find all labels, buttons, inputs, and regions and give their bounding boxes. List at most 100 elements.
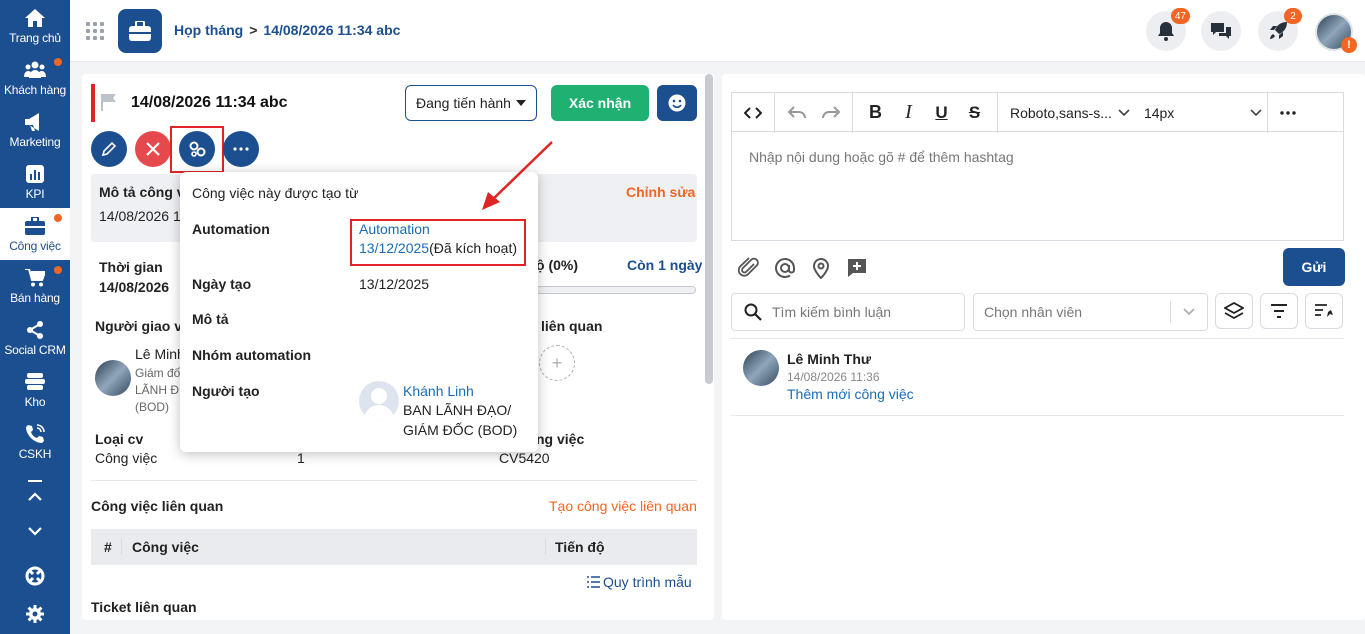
more-button[interactable] bbox=[223, 131, 259, 167]
sidebar-item-label: CSKH bbox=[18, 446, 52, 461]
comment-editor[interactable]: Nhập nội dung hoặc gõ # để thêm hashtag bbox=[731, 131, 1344, 241]
bold-icon[interactable]: B bbox=[859, 97, 892, 129]
chat-button[interactable] bbox=[1201, 11, 1241, 51]
status-select[interactable]: Đang tiến hành bbox=[405, 85, 537, 121]
creator-name-link[interactable]: Khánh Linh bbox=[403, 383, 474, 399]
user-avatar[interactable]: ! bbox=[1315, 13, 1357, 53]
font-family-select[interactable]: Roboto,sans-s... bbox=[1010, 105, 1112, 121]
apps-grid-icon[interactable] bbox=[86, 22, 104, 40]
edit-button[interactable] bbox=[91, 131, 127, 167]
comment-time: 14/08/2026 11:36 bbox=[787, 370, 880, 384]
confirm-button[interactable]: Xác nhận bbox=[551, 85, 649, 121]
sidebar-item-sales[interactable]: Bán hàng bbox=[0, 260, 70, 312]
rocket-badge: 2 bbox=[1284, 8, 1302, 24]
automation-group-label: Nhóm automation bbox=[192, 347, 311, 363]
breadcrumb-parent[interactable]: Họp tháng bbox=[174, 22, 243, 38]
create-related-task-link[interactable]: Tạo công việc liên quan bbox=[549, 498, 697, 514]
sidebar-item-social-crm[interactable]: Social CRM bbox=[0, 312, 70, 364]
more-options-icon[interactable] bbox=[1271, 97, 1305, 129]
staff-select[interactable]: Chọn nhân viên bbox=[973, 293, 1208, 331]
add-comment-icon[interactable] bbox=[846, 257, 868, 279]
related-tasks-table-header: # Công việc Tiến độ bbox=[91, 529, 697, 565]
font-size-select[interactable]: 14px bbox=[1144, 105, 1244, 121]
sidebar-item-tasks[interactable]: Công việc bbox=[0, 208, 70, 260]
tb-group-code bbox=[732, 92, 775, 133]
rocket-icon bbox=[1270, 22, 1287, 39]
mention-icon[interactable] bbox=[774, 257, 796, 279]
sidebar-item-marketing[interactable]: Marketing bbox=[0, 104, 70, 156]
col-index: # bbox=[104, 539, 112, 555]
italic-icon[interactable]: I bbox=[892, 97, 925, 129]
flag-icon bbox=[100, 93, 118, 114]
delete-button[interactable] bbox=[135, 131, 171, 167]
sidebar-item-home[interactable]: Trang chủ bbox=[0, 0, 70, 52]
description-label: Mô tả công v bbox=[99, 184, 185, 200]
redo-icon[interactable] bbox=[814, 97, 848, 129]
type-value: Công việc bbox=[95, 450, 158, 466]
sidebar-divider bbox=[0, 480, 70, 482]
description-value: 14/08/2026 1 bbox=[99, 208, 181, 224]
highlight-box bbox=[170, 126, 224, 173]
scrollbar[interactable] bbox=[705, 74, 713, 384]
created-date-label: Ngày tạo bbox=[192, 276, 252, 292]
comment-attachments bbox=[738, 257, 868, 279]
sidebar-item-cskh[interactable]: CSKH bbox=[0, 416, 70, 468]
sidebar-item-customers[interactable]: Khách hàng bbox=[0, 52, 70, 104]
popup-description-label: Mô tả bbox=[192, 311, 229, 327]
strikethrough-icon[interactable]: S bbox=[958, 97, 991, 129]
send-button[interactable]: Gửi bbox=[1283, 248, 1345, 286]
more-icon bbox=[233, 147, 249, 151]
sidebar-item-warehouse[interactable]: Kho bbox=[0, 364, 70, 416]
chevron-up-icon[interactable] bbox=[0, 492, 70, 502]
related-people-label: liên quan bbox=[541, 318, 603, 334]
sidebar-item-label: KPI bbox=[25, 186, 45, 201]
comment-author-avatar bbox=[743, 350, 779, 386]
automation-label: Automation bbox=[192, 221, 270, 237]
chevron-down-icon[interactable] bbox=[1118, 108, 1130, 117]
chevron-down-icon[interactable] bbox=[0, 526, 70, 536]
sidebar-item-kpi[interactable]: KPI bbox=[0, 156, 70, 208]
task-code-label: ng việc bbox=[536, 431, 585, 447]
tb-group-more bbox=[1268, 93, 1308, 133]
pencil-icon bbox=[101, 141, 117, 157]
warehouse-icon bbox=[24, 372, 46, 392]
add-related-person-button[interactable]: + bbox=[539, 345, 575, 381]
related-tasks-title: Công việc liên quan bbox=[91, 498, 224, 514]
status-value: Đang tiến hành bbox=[416, 95, 511, 111]
settings-icon[interactable] bbox=[0, 604, 70, 624]
notifications-button[interactable]: 47 bbox=[1146, 8, 1190, 51]
layers-button[interactable] bbox=[1215, 293, 1253, 329]
filter-button[interactable] bbox=[1260, 293, 1298, 329]
undo-icon[interactable] bbox=[780, 97, 814, 129]
divider bbox=[91, 480, 697, 481]
tb-group-format: B I U S bbox=[853, 92, 998, 133]
progress-bar bbox=[536, 286, 696, 294]
edit-description-link[interactable]: Chỉnh sửa bbox=[626, 184, 695, 200]
comment-author[interactable]: Lê Minh Thư bbox=[787, 351, 871, 367]
comment-text: Thêm mới công việc bbox=[787, 386, 914, 402]
location-icon[interactable] bbox=[810, 257, 832, 279]
rocket-button[interactable]: 2 bbox=[1258, 8, 1302, 51]
creator-department: BAN LÃNH ĐẠO/ bbox=[403, 402, 512, 418]
chevron-down-icon[interactable] bbox=[1250, 108, 1262, 117]
workflow-template-link[interactable]: Quy trình mẫu bbox=[587, 574, 692, 590]
highlight-box bbox=[350, 219, 526, 266]
search-comment-input[interactable]: Tìm kiếm bình luận bbox=[731, 293, 965, 331]
sidebar-item-label: Social CRM bbox=[4, 342, 66, 357]
progress-label: ộ (0%) bbox=[536, 257, 578, 273]
pinned-button[interactable] bbox=[1305, 293, 1343, 329]
tb-group-history bbox=[775, 92, 853, 133]
sidebar-item-label: Trang chủ bbox=[9, 30, 61, 45]
underline-icon[interactable]: U bbox=[925, 97, 958, 129]
sidebar-item-label: Kho bbox=[24, 394, 46, 409]
support-icon[interactable] bbox=[0, 566, 70, 586]
task-title: 14/08/2026 11:34 abc bbox=[131, 94, 288, 111]
sidebar-item-label: Bán hàng bbox=[10, 290, 60, 305]
notification-badge: 47 bbox=[1170, 8, 1190, 24]
breadcrumb-separator: > bbox=[249, 22, 258, 38]
paperclip-icon[interactable] bbox=[738, 257, 760, 279]
assigner-name: Lê Minh bbox=[135, 346, 185, 362]
reaction-button[interactable] bbox=[657, 85, 697, 121]
code-view-icon[interactable] bbox=[736, 97, 770, 129]
layers-icon bbox=[1224, 302, 1244, 320]
